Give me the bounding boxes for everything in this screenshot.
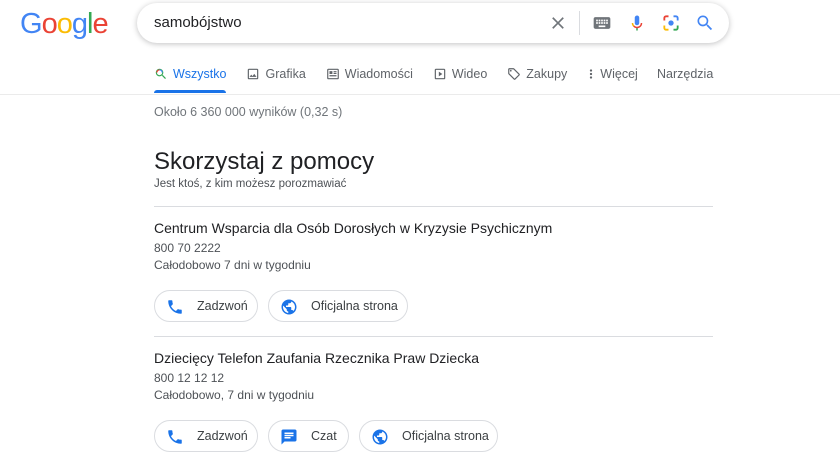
chip-label: Czat [311,429,337,443]
divider [154,336,713,337]
search-tabs: Wszystko Grafika Wiadomości Wideo Zakupy… [154,58,658,94]
lens-icon[interactable] [659,11,683,35]
chip-label: Zadzwoń [197,299,248,313]
tab-label: Wszystko [173,67,227,81]
phone-icon [165,427,185,447]
chip-label: Oficjalna strona [402,429,489,443]
help-subtitle: Jest ktoś, z kim możesz porozmawiać [154,178,347,190]
divider [154,206,713,207]
tab-images[interactable]: Grafika [246,58,306,90]
globe-icon [370,427,390,447]
official-site-button[interactable]: Oficjalna strona [359,420,498,452]
clear-icon[interactable] [546,11,570,35]
org-phone: 800 70 2222 [154,241,221,255]
tab-all[interactable]: Wszystko [154,58,227,93]
result-stats: Około 6 360 000 wyników (0,32 s) [154,105,343,119]
search-box [137,3,729,43]
official-site-button[interactable]: Oficjalna strona [268,290,408,322]
tab-label: Więcej [600,67,638,81]
help-title: Skorzystaj z pomocy [154,148,375,175]
chip-label: Zadzwoń [197,429,248,443]
news-icon [326,67,340,81]
search-input[interactable] [154,14,534,31]
tab-label: Wideo [451,67,488,81]
tab-label: Wiadomości [344,67,413,81]
video-icon [433,67,447,81]
microphone-icon[interactable] [625,11,649,35]
tab-video[interactable]: Wideo [433,58,487,90]
call-button[interactable]: Zadzwoń [154,290,258,322]
tools-button[interactable]: Narzędzia [657,58,713,90]
search-icon [154,67,168,81]
org-name: Dziecięcy Telefon Zaufania Rzecznika Pra… [154,350,479,366]
chat-button[interactable]: Czat [268,420,349,452]
chat-icon [279,427,299,447]
search-icon[interactable] [693,11,717,35]
phone-icon [165,297,185,317]
org-hours: Całodobowo, 7 dni w tygodniu [154,388,315,402]
logo-letter: g [71,8,88,40]
org-phone: 800 12 12 12 [154,371,225,385]
tab-shopping[interactable]: Zakupy [507,58,567,90]
org-hours: Całodobowo 7 dni w tygodniu [154,258,311,272]
keyboard-icon[interactable] [590,11,614,35]
search-divider [579,11,580,35]
logo-letter: e [92,8,108,40]
tab-label: Grafika [265,67,306,81]
header-divider [0,94,840,95]
tab-news[interactable]: Wiadomości [326,58,413,90]
call-button[interactable]: Zadzwoń [154,420,258,452]
chip-label: Oficjalna strona [311,299,398,313]
org-name: Centrum Wsparcia dla Osób Dorosłych w Kr… [154,220,553,236]
globe-icon [279,297,299,317]
logo-letter: o [41,8,58,40]
tab-label: Zakupy [526,67,568,81]
tag-icon [507,67,521,81]
search-actions [546,3,717,43]
logo-letter: o [56,8,73,40]
logo-letter: G [20,8,43,40]
tab-more[interactable]: Więcej [587,58,638,90]
image-icon [246,67,260,81]
more-vert-icon [587,67,595,81]
google-logo[interactable]: Google [20,8,109,40]
